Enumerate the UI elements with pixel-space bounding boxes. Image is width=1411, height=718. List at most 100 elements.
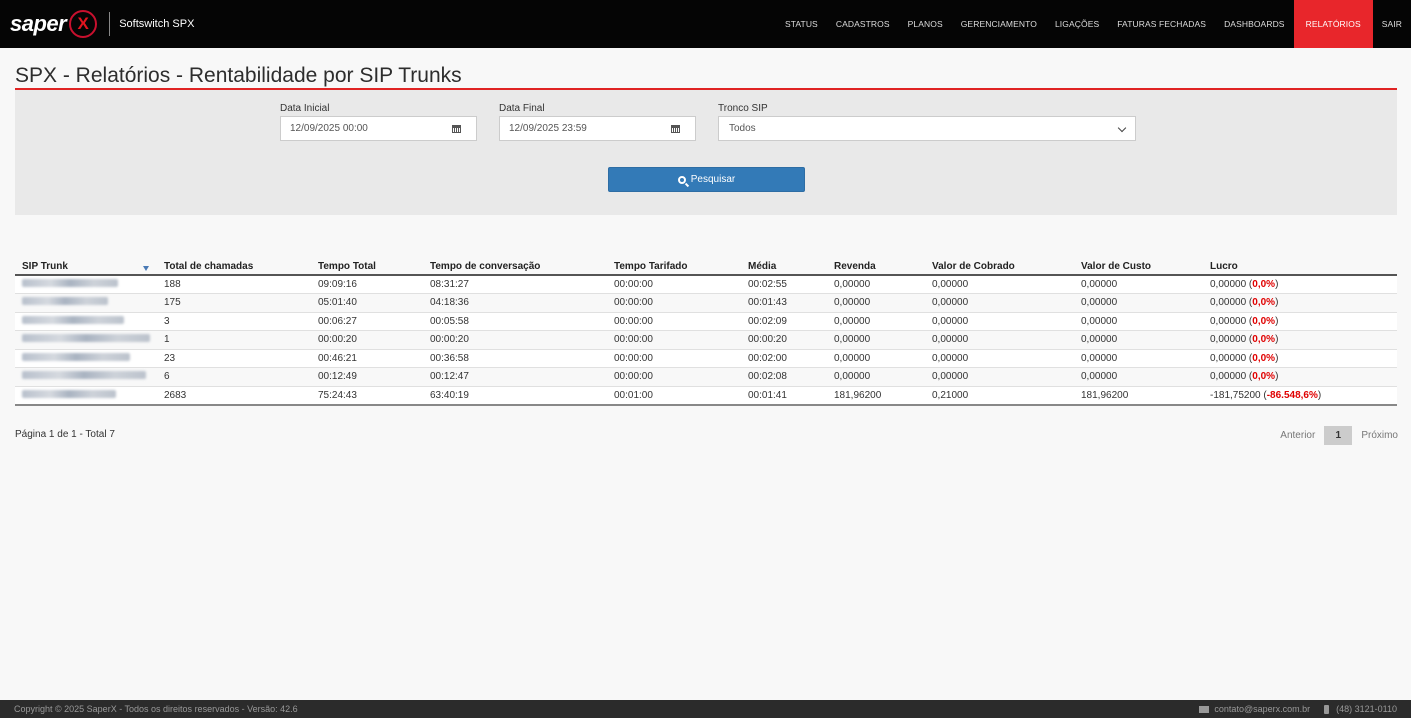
table-row: 175 05:01:40 04:18:36 00:00:00 00:01:43 … [15, 293, 1397, 313]
cell-lucro: 0,00000 (0,0%) [1203, 330, 1397, 350]
cell-conv: 00:36:58 [423, 349, 607, 368]
search-button-label: Pesquisar [690, 174, 736, 185]
cell-revenda: 0,00000 [827, 349, 925, 368]
cell-total: 00:00:20 [311, 330, 423, 350]
table-row: 188 09:09:16 08:31:27 00:00:00 00:02:55 … [15, 275, 1397, 294]
cell-avg: 00:02:55 [741, 275, 827, 294]
phone-icon [1324, 704, 1330, 714]
saperx-logo[interactable]: saper X [10, 0, 98, 48]
cell-lucro: 0,00000 (0,0%) [1203, 312, 1397, 331]
pagination-info: Página 1 de 1 - Total 7 [15, 429, 115, 440]
end-date-input[interactable]: 12/09/2025 23:59 [499, 116, 657, 141]
top-navbar: saper X Softswitch SPX STATUS CADASTROS … [0, 0, 1411, 48]
nav-sair[interactable]: SAIR [1373, 0, 1411, 48]
table-header-row: SIP Trunk Total de chamadas Tempo Total … [15, 258, 1397, 276]
start-date-calendar-button[interactable] [437, 116, 477, 141]
start-date-label: Data Inicial [280, 103, 330, 114]
cell-lucro: 0,00000 (0,0%) [1203, 367, 1397, 387]
nav-gerenciamento[interactable]: GERENCIAMENTO [952, 0, 1046, 48]
cell-cobrado: 0,00000 [925, 330, 1074, 350]
cell-cobrado: 0,21000 [925, 386, 1074, 406]
calendar-icon [452, 124, 461, 133]
col-valor-cobrado[interactable]: Valor de Cobrado [925, 258, 1074, 276]
trunk-select-value: Todos [729, 123, 756, 134]
col-media[interactable]: Média [741, 258, 827, 276]
cell-cobrado: 0,00000 [925, 275, 1074, 294]
cell-total: 09:09:16 [311, 275, 423, 294]
cell-cobrado: 0,00000 [925, 293, 1074, 313]
trunk-select[interactable]: Todos [718, 116, 1136, 141]
cell-custo: 0,00000 [1074, 275, 1203, 294]
start-date-input[interactable]: 12/09/2025 00:00 [280, 116, 438, 141]
cell-lucro: -181,75200 (-86.548,6%) [1203, 386, 1397, 406]
end-date-calendar-button[interactable] [656, 116, 696, 141]
col-sip-trunk[interactable]: SIP Trunk [15, 258, 157, 276]
cell-conv: 00:12:47 [423, 367, 607, 387]
calendar-icon [671, 124, 680, 133]
footer-email[interactable]: contato@saperx.com.br [1214, 704, 1310, 714]
cell-tarif: 00:00:00 [607, 293, 741, 313]
cell-cobrado: 0,00000 [925, 349, 1074, 368]
nav-faturas-fechadas[interactable]: FATURAS FECHADAS [1108, 0, 1215, 48]
cell-total: 00:12:49 [311, 367, 423, 387]
trunk-name-redacted [15, 312, 157, 331]
footer-phone: (48) 3121-0110 [1336, 704, 1397, 714]
trunk-name-redacted [15, 293, 157, 313]
trunk-name-redacted [15, 367, 157, 387]
cell-cobrado: 0,00000 [925, 367, 1074, 387]
main-nav: STATUS CADASTROS PLANOS GERENCIAMENTO LI… [776, 0, 1411, 48]
col-revenda[interactable]: Revenda [827, 258, 925, 276]
cell-revenda: 181,96200 [827, 386, 925, 406]
col-tempo-total[interactable]: Tempo Total [311, 258, 423, 276]
pagination-next[interactable]: Próximo [1361, 430, 1398, 441]
page-title: SPX - Relatórios - Rentabilidade por SIP… [15, 64, 462, 87]
end-date-label: Data Final [499, 103, 545, 114]
col-total-chamadas[interactable]: Total de chamadas [157, 258, 311, 276]
cell-tarif: 00:00:00 [607, 312, 741, 331]
nav-planos[interactable]: PLANOS [899, 0, 952, 48]
cell-tarif: 00:00:00 [607, 367, 741, 387]
cell-custo: 0,00000 [1074, 367, 1203, 387]
chevron-down-icon [1117, 123, 1127, 133]
pagination-page-1[interactable]: 1 [1324, 426, 1353, 445]
nav-cadastros[interactable]: CADASTROS [827, 0, 899, 48]
cell-revenda: 0,00000 [827, 330, 925, 350]
footer-contact: contato@saperx.com.br (48) 3121-0110 [1199, 704, 1397, 714]
table-row: 23 00:46:21 00:36:58 00:00:00 00:02:00 0… [15, 349, 1397, 368]
cell-calls: 175 [157, 293, 311, 313]
cell-revenda: 0,00000 [827, 312, 925, 331]
cell-avg: 00:02:00 [741, 349, 827, 368]
trunk-name-redacted [15, 330, 157, 350]
results-table: SIP Trunk Total de chamadas Tempo Total … [15, 258, 1397, 406]
pagination-prev[interactable]: Anterior [1280, 430, 1315, 441]
trunk-label: Tronco SIP [718, 103, 768, 114]
cell-lucro: 0,00000 (0,0%) [1203, 275, 1397, 294]
nav-relatorios[interactable]: RELATÓRIOS [1293, 0, 1373, 48]
pagination: Anterior 1 Próximo [1280, 426, 1398, 445]
logo-x-mark: X [69, 10, 98, 38]
table-row: 2683 75:24:43 63:40:19 00:01:00 00:01:41… [15, 386, 1397, 406]
trunk-name-redacted [15, 386, 157, 406]
search-button[interactable]: Pesquisar [608, 167, 805, 192]
search-icon [677, 175, 686, 184]
col-valor-custo[interactable]: Valor de Custo [1074, 258, 1203, 276]
cell-calls: 23 [157, 349, 311, 368]
col-tempo-conversacao[interactable]: Tempo de conversação [423, 258, 607, 276]
cell-tarif: 00:00:00 [607, 330, 741, 350]
cell-custo: 0,00000 [1074, 293, 1203, 313]
cell-tarif: 00:01:00 [607, 386, 741, 406]
cell-total: 00:06:27 [311, 312, 423, 331]
cell-custo: 0,00000 [1074, 349, 1203, 368]
nav-dashboards[interactable]: DASHBOARDS [1215, 0, 1294, 48]
cell-calls: 2683 [157, 386, 311, 406]
cell-custo: 181,96200 [1074, 386, 1203, 406]
nav-ligacoes[interactable]: LIGAÇÕES [1046, 0, 1108, 48]
cell-lucro: 0,00000 (0,0%) [1203, 293, 1397, 313]
col-lucro[interactable]: Lucro [1203, 258, 1397, 276]
cell-revenda: 0,00000 [827, 293, 925, 313]
nav-status[interactable]: STATUS [776, 0, 827, 48]
col-tempo-tarifado[interactable]: Tempo Tarifado [607, 258, 741, 276]
logo-wordmark: saper [10, 11, 67, 36]
cell-custo: 0,00000 [1074, 312, 1203, 331]
cell-custo: 0,00000 [1074, 330, 1203, 350]
